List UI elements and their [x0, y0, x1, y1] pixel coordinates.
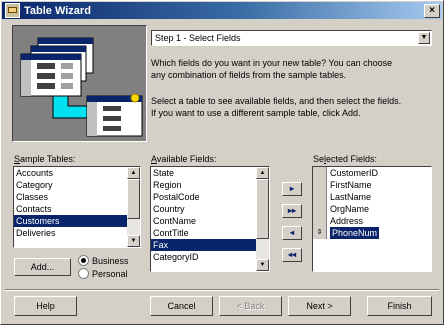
list-item[interactable]: Classes [14, 191, 140, 203]
help-button[interactable]: Help [14, 296, 77, 316]
table-wizard-window: Table Wizard × Step 1 - Select Fields ▼ … [0, 0, 444, 325]
list-item[interactable]: Address [313, 215, 431, 227]
back-button[interactable]: < Back [219, 296, 282, 316]
available-fields-list[interactable]: State Region PostalCode Country ContName… [150, 166, 270, 272]
available-fields-label: Available Fields: [151, 154, 217, 164]
list-item[interactable]: Deliveries [14, 227, 140, 239]
finish-button[interactable]: Finish [367, 296, 432, 316]
title-bar[interactable]: Table Wizard × [2, 2, 442, 19]
list-item[interactable]: LastName [313, 191, 431, 203]
row-marker-icon [313, 203, 327, 215]
table-illustration-icon [20, 37, 143, 137]
list-item[interactable]: ContTitle [151, 227, 269, 239]
list-item-selected[interactable]: Fax [151, 239, 269, 251]
chevron-down-icon[interactable]: ▼ [418, 32, 430, 44]
selected-fields-list[interactable]: CustomerID FirstName LastName OrgName Ad… [312, 166, 432, 272]
row-move-icon: ⇕ [313, 227, 327, 239]
business-radio-label: Business [92, 255, 129, 266]
scroll-down-icon[interactable]: ▼ [127, 235, 140, 247]
list-item-selected[interactable]: Customers [14, 215, 140, 227]
radio-off-icon [78, 268, 89, 279]
list-item[interactable]: OrgName [313, 203, 431, 215]
remove-all-fields-button[interactable]: ◂◂ [282, 248, 302, 262]
scroll-up-icon[interactable]: ▲ [127, 167, 140, 179]
personal-radio[interactable]: Personal [78, 268, 128, 279]
list-item[interactable]: Contacts [14, 203, 140, 215]
row-marker-icon [313, 179, 327, 191]
personal-radio-label: Personal [92, 268, 128, 279]
sample-tables-scrollbar[interactable]: ▲ ▼ [127, 167, 140, 247]
close-button[interactable]: × [424, 4, 440, 18]
add-table-button[interactable]: Add... [14, 258, 71, 276]
list-item[interactable]: Category [14, 179, 140, 191]
list-item[interactable]: PostalCode [151, 191, 269, 203]
list-item[interactable]: State [151, 167, 269, 179]
wizard-app-icon [5, 3, 20, 18]
cancel-button[interactable]: Cancel [150, 296, 213, 316]
list-item[interactable]: FirstName [313, 179, 431, 191]
description-line-3: Select a table to see available fields, … [151, 96, 402, 106]
scroll-thumb[interactable] [256, 179, 269, 239]
list-item[interactable]: Region [151, 179, 269, 191]
list-item-selected[interactable]: ⇕ PhoneNum [313, 227, 431, 239]
selected-fields-label: Selected Fields: [313, 154, 378, 164]
list-item[interactable]: CustomerID [313, 167, 431, 179]
add-field-button[interactable]: ▸ [282, 182, 302, 196]
sample-tables-label: Sample Tables: [14, 154, 76, 164]
row-marker-icon [313, 215, 327, 227]
list-item[interactable]: CategoryID [151, 251, 269, 263]
wizard-illustration [12, 25, 147, 142]
scroll-thumb[interactable] [127, 179, 140, 219]
remove-field-button[interactable]: ◂ [282, 226, 302, 240]
radio-on-icon [78, 255, 89, 266]
description-line-4: If you want to use a different sample ta… [151, 108, 361, 118]
description-line-1: Which fields do you want in your new tab… [151, 58, 393, 68]
footer-separator [5, 289, 439, 291]
list-item[interactable]: Country [151, 203, 269, 215]
add-all-fields-button[interactable]: ▸▸ [282, 204, 302, 218]
row-marker-icon [313, 167, 327, 179]
row-marker-icon [313, 191, 327, 203]
list-item[interactable]: Accounts [14, 167, 140, 179]
list-item[interactable]: ContName [151, 215, 269, 227]
step-select[interactable]: Step 1 - Select Fields ▼ [151, 30, 432, 46]
business-radio[interactable]: Business [78, 255, 129, 266]
next-button[interactable]: Next > [288, 296, 351, 316]
sample-tables-list[interactable]: Accounts Category Classes Contacts Custo… [13, 166, 141, 248]
description-line-2: any combination of fields from the sampl… [151, 70, 347, 80]
scroll-down-icon[interactable]: ▼ [256, 259, 269, 271]
window-title: Table Wizard [24, 4, 91, 17]
scroll-up-icon[interactable]: ▲ [256, 167, 269, 179]
step-select-value: Step 1 - Select Fields [155, 33, 241, 43]
available-fields-scrollbar[interactable]: ▲ ▼ [256, 167, 269, 271]
